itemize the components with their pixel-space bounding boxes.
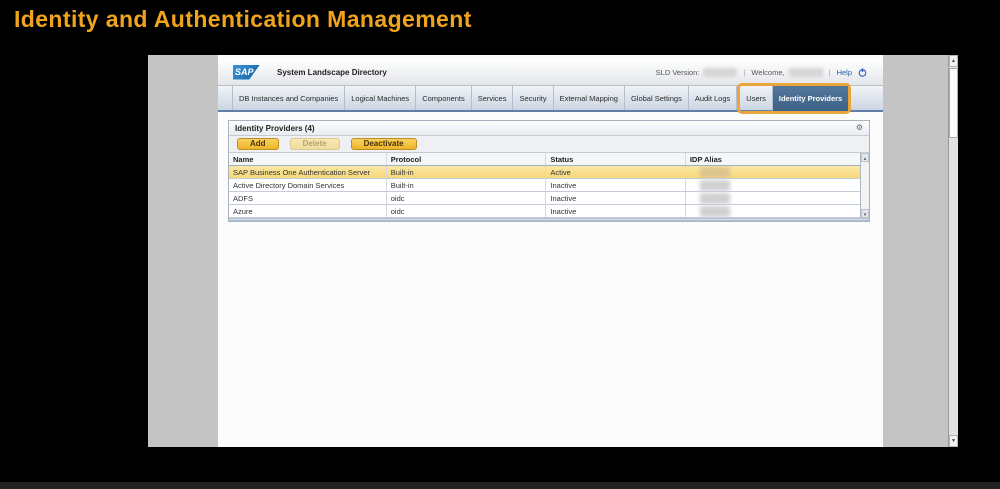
- redacted-username: [788, 67, 823, 77]
- table-row[interactable]: ADFS oidc Inactive: [229, 192, 860, 205]
- add-button[interactable]: Add: [237, 138, 279, 150]
- help-link[interactable]: Help: [837, 68, 852, 77]
- table-scrollbar[interactable]: ▲ ▼: [860, 153, 869, 218]
- sap-logo-text: SAP: [235, 66, 254, 77]
- delete-button[interactable]: Delete: [289, 138, 340, 150]
- tab-audit-logs[interactable]: Audit Logs: [689, 86, 738, 110]
- scroll-up-icon[interactable]: ▲: [949, 55, 958, 67]
- tab-identity-providers[interactable]: Identity Providers: [772, 86, 849, 111]
- cell-protocol: oidc: [387, 205, 547, 217]
- redacted-idp-alias: [699, 205, 730, 217]
- cell-status: Inactive: [546, 192, 686, 204]
- masthead-right: SLD Version: | Welcome, | Help: [655, 67, 867, 77]
- welcome-label: Welcome,: [751, 67, 785, 77]
- tab-external-mapping[interactable]: External Mapping: [554, 86, 625, 110]
- slide-title: Identity and Authentication Management: [14, 6, 472, 32]
- cell-idp-alias: [686, 179, 860, 191]
- table-row[interactable]: Azure oidc Inactive: [229, 205, 860, 218]
- cell-protocol: Built-in: [387, 179, 547, 191]
- tab-users[interactable]: Users: [740, 86, 773, 111]
- table-row[interactable]: SAP Business One Authentication Server B…: [229, 166, 860, 179]
- redacted-idp-alias: [699, 179, 730, 191]
- identity-providers-table: Name Protocol Status IDP Alias SAP Busin…: [229, 153, 869, 218]
- column-header-status[interactable]: Status: [546, 153, 686, 165]
- tab-global-settings[interactable]: Global Settings: [625, 86, 689, 110]
- panel-bottom-edge: [229, 218, 869, 221]
- tab-components[interactable]: Components: [416, 86, 472, 110]
- scrollbar-thumb[interactable]: [949, 68, 958, 138]
- sld-app: SAP System Landscape Directory SLD Versi…: [218, 55, 883, 447]
- annotation-highlight-box: Users Identity Providers: [737, 83, 852, 114]
- deactivate-button[interactable]: Deactivate: [350, 138, 417, 150]
- scroll-up-icon[interactable]: ▲: [861, 153, 869, 162]
- logoff-icon[interactable]: [858, 67, 867, 77]
- cell-protocol: oidc: [387, 192, 547, 204]
- tab-security[interactable]: Security: [513, 86, 554, 110]
- cell-status: Inactive: [546, 179, 686, 191]
- cell-idp-alias: [686, 205, 860, 217]
- identity-providers-panel: Identity Providers (4) ⚙ Add Delete Deac…: [228, 120, 870, 222]
- column-header-protocol[interactable]: Protocol: [387, 153, 547, 165]
- redacted-sld-version: [703, 67, 738, 77]
- masthead: SAP System Landscape Directory SLD Versi…: [218, 59, 883, 86]
- bottom-strip: [0, 482, 1000, 489]
- cell-name: ADFS: [229, 192, 387, 204]
- panel-header: Identity Providers (4) ⚙: [229, 121, 869, 136]
- screenshot-window: SAP System Landscape Directory SLD Versi…: [148, 55, 958, 447]
- separator: |: [743, 67, 746, 77]
- separator: |: [828, 67, 831, 77]
- scroll-down-icon[interactable]: ▼: [861, 209, 869, 218]
- cell-name: Active Directory Domain Services: [229, 179, 387, 191]
- cell-idp-alias: [686, 192, 860, 204]
- tab-bar: DB Instances and Companies Logical Machi…: [218, 83, 883, 114]
- cell-protocol: Built-in: [387, 166, 547, 178]
- redacted-idp-alias: [699, 166, 730, 178]
- column-header-idp-alias[interactable]: IDP Alias: [686, 153, 860, 165]
- cell-name: Azure: [229, 205, 387, 217]
- cell-status: Active: [546, 166, 686, 178]
- panel-settings-icon[interactable]: ⚙: [856, 124, 863, 132]
- scroll-down-icon[interactable]: ▼: [949, 435, 958, 447]
- column-header-name[interactable]: Name: [229, 153, 387, 165]
- tab-db-instances-and-companies[interactable]: DB Instances and Companies: [232, 86, 346, 110]
- table-header-row: Name Protocol Status IDP Alias: [229, 153, 860, 166]
- window-scrollbar[interactable]: ▲ ▼: [948, 55, 958, 447]
- sld-version-label: SLD Version:: [655, 67, 700, 77]
- sap-logo-icon: SAP: [233, 64, 260, 80]
- tab-services[interactable]: Services: [472, 86, 514, 110]
- cell-idp-alias: [686, 166, 860, 178]
- tab-logical-machines[interactable]: Logical Machines: [345, 86, 417, 110]
- cell-status: Inactive: [546, 205, 686, 217]
- table-row[interactable]: Active Directory Domain Services Built-i…: [229, 179, 860, 192]
- redacted-idp-alias: [699, 192, 730, 204]
- panel-toolbar: Add Delete Deactivate: [229, 136, 869, 153]
- cell-name: SAP Business One Authentication Server: [229, 166, 387, 178]
- slide: Identity and Authentication Management S…: [0, 0, 1000, 489]
- panel-title: Identity Providers (4): [235, 123, 315, 133]
- content-area: Identity Providers (4) ⚙ Add Delete Deac…: [218, 112, 883, 443]
- app-title: System Landscape Directory: [277, 67, 387, 77]
